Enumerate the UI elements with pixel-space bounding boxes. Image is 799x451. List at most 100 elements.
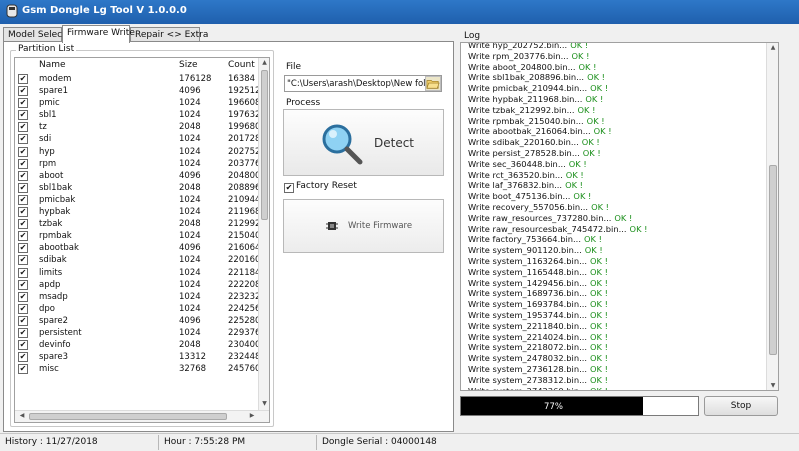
browse-button[interactable] (425, 76, 441, 91)
detect-button[interactable]: Detect (283, 109, 444, 176)
partition-count: 208896 (228, 182, 261, 193)
partition-checkbox[interactable]: ✔ (18, 194, 28, 205)
stop-button[interactable]: Stop (704, 396, 778, 416)
partition-checkbox[interactable]: ✔ (18, 110, 28, 121)
log-line: Write system_1163264.bin... OK ! (468, 256, 762, 267)
partition-count: 201728 (228, 134, 261, 145)
window-title: Gsm Dongle Lg Tool V 1.0.0.0 (22, 5, 187, 16)
partition-row[interactable]: ✔ misc 32768 245760 (15, 363, 260, 375)
partition-count: 16384 (228, 74, 256, 84)
scrollbar-thumb[interactable] (261, 70, 268, 220)
partition-name: msadp (39, 291, 68, 302)
partition-checkbox[interactable]: ✔ (18, 279, 28, 290)
partition-list[interactable]: Name Size Count ✔ modem 176128 16384 ✔ spare1… (14, 57, 270, 423)
partition-checkbox[interactable]: ✔ (18, 219, 28, 230)
firmware-file-path-field[interactable]: "C:\Users\arash\Desktop\New folder (284, 75, 442, 92)
log-status: OK ! (590, 266, 608, 277)
partition-checkbox[interactable]: ✔ (18, 86, 28, 97)
partition-checkbox[interactable]: ✔ (18, 340, 28, 351)
column-header-size[interactable]: Size (179, 60, 197, 70)
scrollbar-thumb[interactable] (769, 165, 777, 355)
partition-checkbox[interactable]: ✔ (18, 303, 28, 314)
write-firmware-button[interactable]: Write Firmware (283, 199, 444, 253)
log-message: Write laf_376832.bin... (468, 180, 563, 191)
partition-row[interactable]: ✔ sdibak 1024 220160 (15, 254, 260, 266)
column-header-name[interactable]: Name (39, 60, 66, 70)
log-line: Write boot_475136.bin... OK ! (468, 191, 762, 202)
partition-checkbox[interactable]: ✔ (18, 182, 28, 193)
partition-checkbox[interactable]: ✔ (18, 327, 28, 338)
partition-count: 225280 (228, 315, 261, 326)
partition-row[interactable]: ✔ modem 176128 16384 (15, 73, 260, 85)
partition-row[interactable]: ✔ tzbak 2048 212992 (15, 218, 260, 230)
log-status: OK ! (591, 201, 609, 212)
log-line: Write system_2736128.bin... OK ! (468, 364, 762, 375)
scroll-down-arrow-icon[interactable]: ▼ (769, 382, 777, 389)
tab-firmware-write[interactable]: Firmware Write (62, 25, 135, 43)
partition-checkbox[interactable]: ✔ (18, 122, 28, 133)
partition-row[interactable]: ✔ limits 1024 221184 (15, 267, 260, 279)
checkbox-checked-icon[interactable]: ✔ (284, 183, 294, 193)
factory-reset-checkbox[interactable]: ✔ Factory Reset (284, 181, 357, 193)
partition-row[interactable]: ✔ hypbak 1024 211968 (15, 206, 260, 218)
partition-checkbox[interactable]: ✔ (18, 158, 28, 169)
partition-row[interactable]: ✔ aboot 4096 204800 (15, 170, 260, 182)
tab-model-select[interactable]: Model Select (3, 27, 66, 42)
partition-checkbox[interactable]: ✔ (18, 207, 28, 218)
partition-checkbox[interactable]: ✔ (18, 364, 28, 375)
partition-row[interactable]: ✔ spare2 4096 225280 (15, 315, 260, 327)
partition-row[interactable]: ✔ sdi 1024 201728 (15, 133, 260, 145)
log-line: Write system_2218072.bin... OK ! (468, 342, 762, 353)
partition-checkbox[interactable]: ✔ (18, 255, 28, 266)
partition-checkbox[interactable]: ✔ (18, 74, 28, 84)
partition-row[interactable]: ✔ apdp 1024 222208 (15, 279, 260, 291)
scroll-up-arrow-icon[interactable]: ▲ (260, 59, 269, 68)
partition-row[interactable]: ✔ msadp 1024 223232 (15, 291, 260, 303)
partition-checkbox[interactable]: ✔ (18, 267, 28, 278)
tab-repair-extra[interactable]: Repair <> Extra (130, 27, 208, 42)
scroll-up-arrow-icon[interactable]: ▲ (769, 44, 777, 51)
partition-row[interactable]: ✔ spare3 13312 232448 (15, 351, 260, 363)
partition-row[interactable]: ✔ sbl1bak 2048 208896 (15, 182, 260, 194)
partition-row[interactable]: ✔ rpm 1024 203776 (15, 158, 260, 170)
partition-row[interactable]: ✔ devinfo 2048 230400 (15, 339, 260, 351)
partition-checkbox[interactable]: ✔ (18, 134, 28, 145)
partition-checkbox[interactable]: ✔ (18, 291, 28, 302)
partition-row[interactable]: ✔ persistent 1024 229376 (15, 327, 260, 339)
column-header-count[interactable]: Count (228, 60, 255, 70)
log-output[interactable]: Write hyp_202752.bin... OK ! Write rpm_203… (460, 42, 779, 391)
partition-list-vertical-scrollbar[interactable]: ▲ ▼ (258, 58, 269, 410)
partition-count: 202752 (228, 146, 261, 157)
partition-size: 1024 (179, 134, 201, 145)
partition-row[interactable]: ✔ sbl1 1024 197632 (15, 109, 260, 121)
partition-list-header: Name Size Count (15, 58, 260, 73)
partition-count: 211968 (228, 207, 261, 218)
partition-checkbox[interactable]: ✔ (18, 315, 28, 326)
partition-row[interactable]: ✔ pmic 1024 196608 (15, 97, 260, 109)
partition-row[interactable]: ✔ pmicbak 1024 210944 (15, 194, 260, 206)
partition-row[interactable]: ✔ rpmbak 1024 215040 (15, 230, 260, 242)
partition-row[interactable]: ✔ dpo 1024 224256 (15, 303, 260, 315)
partition-row[interactable]: ✔ spare1 4096 192512 (15, 85, 260, 97)
partition-row[interactable]: ✔ hyp 1024 202752 (15, 146, 260, 158)
log-message: Write system_1165448.bin... (468, 266, 588, 277)
log-vertical-scrollbar[interactable]: ▲ ▼ (766, 43, 778, 390)
partition-row[interactable]: ✔ tz 2048 199680 (15, 121, 260, 133)
partition-checkbox[interactable]: ✔ (18, 146, 28, 157)
scroll-right-arrow-icon[interactable]: ▶ (247, 412, 257, 419)
partition-checkbox[interactable]: ✔ (18, 352, 28, 363)
partition-row[interactable]: ✔ abootbak 4096 216064 (15, 242, 260, 254)
partition-checkbox[interactable]: ✔ (18, 170, 28, 181)
partition-checkbox[interactable]: ✔ (18, 243, 28, 254)
scroll-left-arrow-icon[interactable]: ◀ (17, 412, 27, 419)
scrollbar-thumb[interactable] (29, 413, 227, 420)
partition-count: 192512 (228, 86, 261, 97)
partition-list-horizontal-scrollbar[interactable]: ◀ ▶ (15, 410, 269, 422)
log-status: OK ! (590, 309, 608, 320)
scroll-down-arrow-icon[interactable]: ▼ (260, 400, 269, 409)
log-message: Write raw_resources_737280.bin... (468, 212, 612, 223)
log-status: OK ! (614, 212, 633, 223)
log-status: OK ! (583, 234, 602, 245)
partition-checkbox[interactable]: ✔ (18, 98, 28, 109)
partition-checkbox[interactable]: ✔ (18, 231, 28, 242)
